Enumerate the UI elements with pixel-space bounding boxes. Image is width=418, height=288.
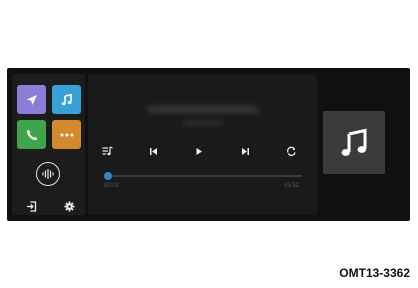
navigation-arrow-icon xyxy=(26,94,37,105)
exit-icon xyxy=(26,200,36,212)
queue-icon xyxy=(102,146,113,156)
play-icon xyxy=(196,147,202,155)
music-note-icon xyxy=(341,128,367,156)
progress-knob[interactable] xyxy=(104,172,112,180)
siri-voice-icon xyxy=(42,169,54,179)
next-track-button[interactable] xyxy=(238,144,252,158)
queue-button[interactable] xyxy=(100,144,114,158)
carplay-screen: ——————————— ————— 00:02 03:52 xyxy=(7,68,410,221)
next-track-icon xyxy=(241,147,249,155)
app-sidebar xyxy=(12,74,85,215)
total-time: 03:52 xyxy=(284,183,300,189)
figure-code: OMT13-3362 xyxy=(339,266,410,280)
more-apps-button[interactable] xyxy=(52,120,81,149)
album-art[interactable] xyxy=(323,111,385,174)
maps-app-button[interactable] xyxy=(17,85,46,114)
previous-track-button[interactable] xyxy=(146,144,160,158)
previous-track-icon xyxy=(149,147,157,155)
track-title: ——————————— xyxy=(148,104,258,115)
elapsed-time: 00:02 xyxy=(104,183,120,189)
now-playing-panel: ——————————— ————— 00:02 03:52 xyxy=(88,74,317,215)
gear-icon xyxy=(64,201,74,211)
music-note-icon xyxy=(61,93,72,105)
siri-voice-button[interactable] xyxy=(36,162,60,186)
repeat-button[interactable] xyxy=(284,144,298,158)
progress-bar[interactable] xyxy=(106,175,302,177)
phone-app-button[interactable] xyxy=(17,120,46,149)
settings-button[interactable] xyxy=(62,199,76,213)
play-button[interactable] xyxy=(192,144,206,158)
repeat-icon xyxy=(286,146,296,156)
exit-button[interactable] xyxy=(24,199,38,213)
more-dots-icon xyxy=(60,133,73,136)
track-artist: ————— xyxy=(183,118,223,127)
music-app-button[interactable] xyxy=(52,85,81,114)
phone-icon xyxy=(26,129,37,140)
